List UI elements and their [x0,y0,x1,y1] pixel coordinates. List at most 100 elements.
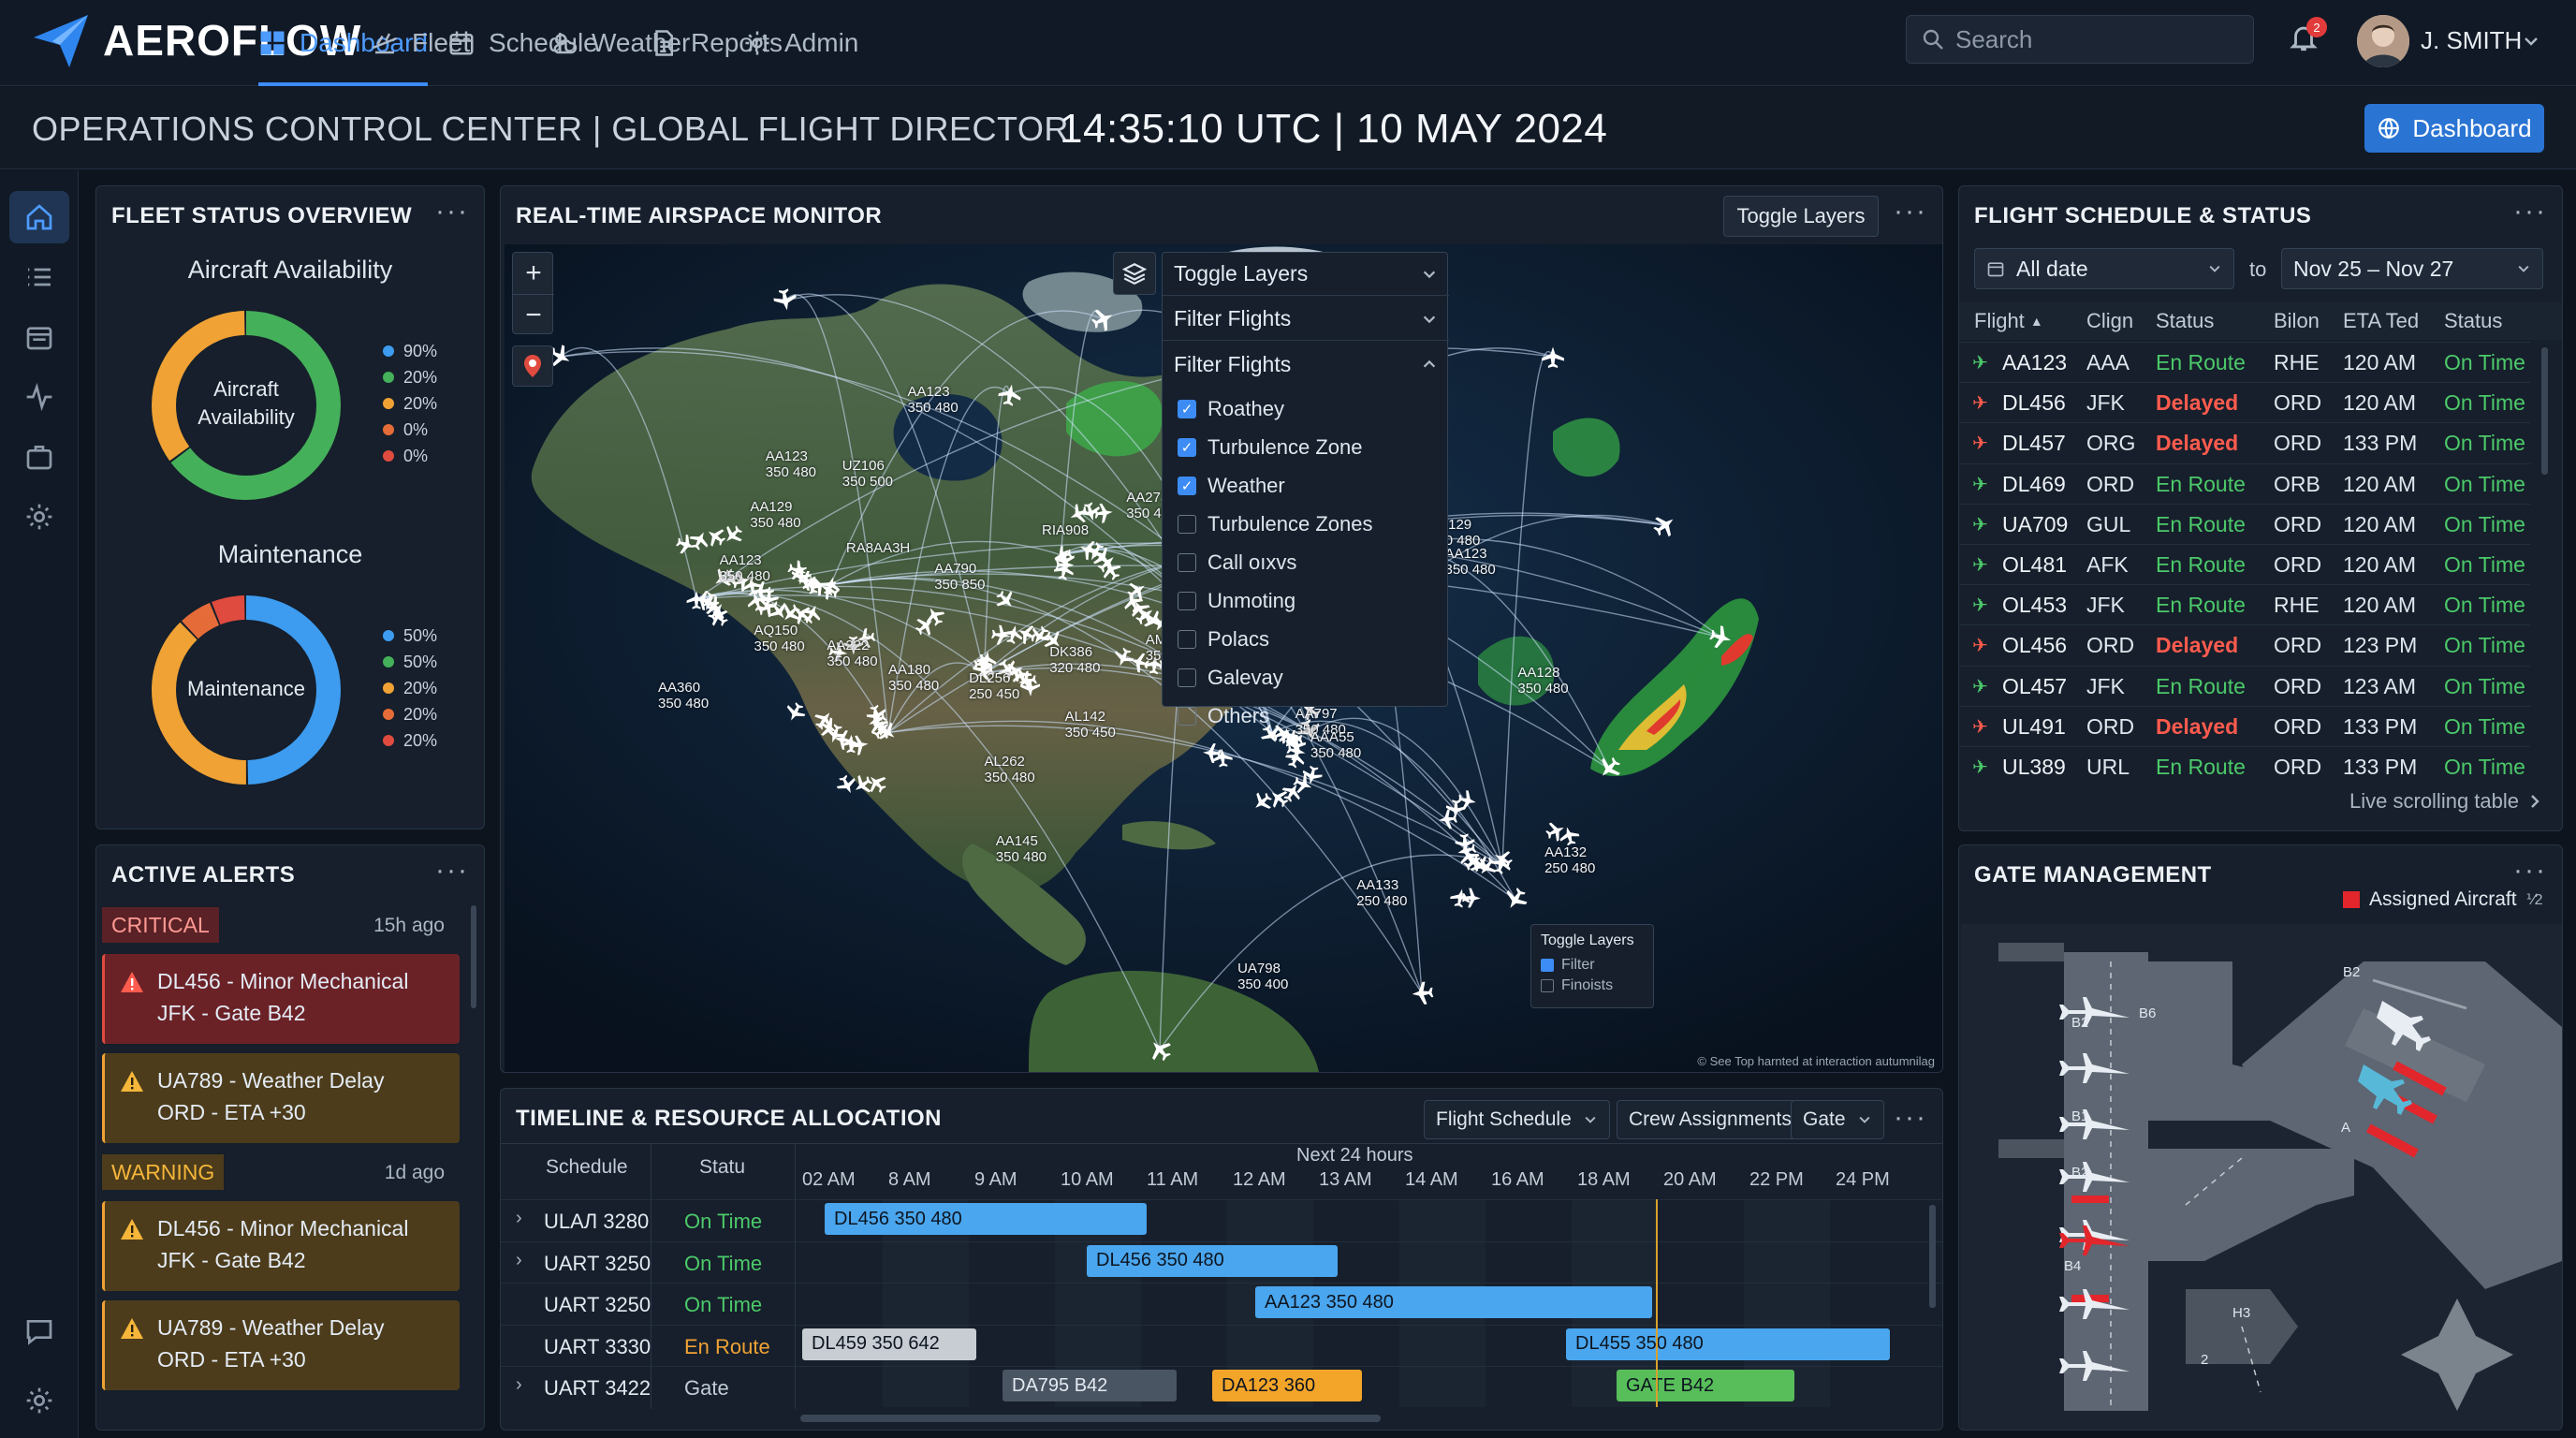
allocation-bar[interactable]: DA123 360 [1212,1370,1362,1402]
gate-select[interactable]: Gate [1791,1100,1884,1139]
expand-chevron-icon[interactable]: › [516,1374,522,1396]
flight-label[interactable]: AA145 350 480 [996,833,1046,865]
search-box[interactable] [1906,15,2254,64]
col-status[interactable]: Status [2156,302,2214,340]
sidebar-gear[interactable] [21,1382,58,1419]
filter-option[interactable]: ✓ Roathey [1178,389,1440,428]
nav-admin[interactable]: Admin [743,0,858,86]
allocation-bar[interactable]: DL455 350 480 [1566,1328,1890,1360]
checkbox-checked[interactable]: ✓ [1178,437,1196,457]
checkbox-checked[interactable] [1541,959,1554,972]
table-row[interactable]: ✈ DL457 ORG Delayed ORD 133 PM On Time [1959,422,2530,462]
flight-label[interactable]: AA123 350 480 [720,552,770,584]
alert-card[interactable]: UA789 - Weather Delay ORD - ETA +30 [102,1300,460,1390]
alert-card[interactable]: DL456 - Minor Mechanical JFK - Gate B42 [102,1201,460,1291]
flight-label[interactable]: AA132 250 480 [1544,844,1595,876]
dashboard-button[interactable]: Dashboard [2364,104,2544,153]
allocation-bar[interactable]: AA123 350 480 [1255,1286,1652,1319]
allocation-bar[interactable]: DL456 350 480 [825,1203,1147,1235]
table-row[interactable]: ✈ OL453 JFK En Route RHE 120 AM On Time [1959,584,2530,624]
timeline-vertical-scrollbar[interactable] [1929,1205,1936,1308]
more-options-icon[interactable]: ··· [435,198,469,226]
flight-label[interactable]: AA123 350 480 [1445,546,1496,578]
locate-button[interactable] [512,345,553,387]
zoom-out-icon[interactable]: − [513,294,554,335]
table-row[interactable]: ✈ OL456 ORD Delayed ORD 123 PM On Time [1959,624,2530,665]
allocation-bar[interactable]: GATE B42 [1617,1370,1794,1402]
flight-schedule-select[interactable]: Flight Schedule [1424,1100,1610,1139]
gate-map[interactable]: B2 B6 B1 B2 B4 B2 A H3 2 [1961,924,2562,1430]
more-options-icon[interactable]: ··· [2513,857,2547,885]
checkbox-checked[interactable]: ✓ [1178,399,1196,418]
sidebar-activity[interactable] [21,378,58,416]
allocation-bar[interactable]: DL459 350 642 [802,1328,976,1360]
flight-label[interactable]: RIA908 [1042,522,1089,538]
date-range-select[interactable]: Nov 25 – Nov 27 [2281,248,2543,289]
alert-card[interactable]: DL456 - Minor Mechanical JFK - Gate B42 [102,954,460,1044]
timeline-row[interactable]: › ULAЛ 3280 On Time [501,1199,1942,1240]
date-filter-select[interactable]: All date [1974,248,2234,289]
user-avatar[interactable] [2357,15,2409,67]
sidebar-briefcase[interactable] [21,438,58,476]
table-row[interactable]: ✈ UL389 URL En Route ORD 133 PM On Time [1959,746,2530,786]
live-scrolling-link[interactable]: Live scrolling table [2349,789,2541,814]
expand-chevron-icon[interactable]: › [516,1250,522,1271]
flight-label[interactable]: AA360 350 480 [658,680,709,712]
expand-chevron-icon[interactable]: › [516,1208,522,1229]
filter-option[interactable]: Galevay [1178,658,1440,697]
search-input[interactable] [1955,24,2236,54]
flight-label[interactable]: AA123 350 480 [908,384,959,416]
alert-card[interactable]: UA789 - Weather Delay ORD - ETA +30 [102,1053,460,1143]
allocation-bar[interactable]: DA795 B42 [1003,1370,1177,1402]
checkbox-unchecked[interactable] [1541,979,1554,992]
sidebar-list[interactable] [21,258,58,296]
chevron-down-icon[interactable] [2522,32,2540,51]
toggle-layers-dropdown[interactable]: Toggle Layers [1163,253,1449,296]
flight-label[interactable]: AA133 250 480 [1356,877,1407,909]
checkbox-unchecked[interactable] [1178,668,1196,687]
checkbox-unchecked[interactable] [1178,706,1196,726]
zoom-in-icon[interactable]: + [513,253,554,294]
filter-option[interactable]: ✓ Weather [1178,466,1440,505]
flight-label[interactable]: AA129 350 480 [750,499,800,531]
checkbox-unchecked[interactable] [1178,552,1196,572]
filter-flights-dropdown[interactable]: Filter Flights [1163,298,1449,341]
filter-option[interactable]: Call oıxvs [1178,543,1440,581]
table-row[interactable]: ✈ UL491 ORD Delayed ORD 133 PM On Time [1959,705,2530,746]
checkbox-unchecked[interactable] [1178,591,1196,610]
sidebar-chat[interactable] [21,1313,58,1350]
flight-label[interactable]: AL262 350 480 [985,754,1035,785]
crew-assignments-select[interactable]: Crew Assignments [1617,1100,1804,1139]
layers-button[interactable] [1113,252,1156,295]
table-row[interactable]: ✈ UA709 GUL En Route ORD 120 AM On Time [1959,503,2530,544]
checkbox-unchecked[interactable] [1178,629,1196,649]
checkbox-checked[interactable]: ✓ [1178,476,1196,495]
flight-label[interactable]: DK386 320 480 [1049,644,1100,676]
more-options-icon[interactable]: ··· [2513,198,2547,226]
sidebar-settings[interactable] [21,498,58,536]
more-options-icon[interactable]: ··· [1894,1104,1927,1132]
flight-label[interactable]: AA128 350 480 [1517,665,1568,697]
table-row[interactable]: ✈ DL456 JFK Delayed ORD 120 AM On Time [1959,382,2530,422]
toggle-layers-button[interactable]: Toggle Layers [1723,196,1879,237]
flight-label[interactable]: AA222 350 480 [827,638,877,669]
col-flight[interactable]: Flight ▲ [1974,302,2043,340]
timeline-row[interactable]: UART 3250 On Time [501,1283,1942,1324]
table-row[interactable]: ✈ DL469 ORD En Route ORB 120 AM On Time [1959,462,2530,504]
alerts-scrollbar[interactable] [471,905,476,1008]
flight-label[interactable]: DL256 250 450 [969,670,1019,702]
filter-option[interactable]: Others [1178,697,1440,735]
airspace-map[interactable]: AA123 350 480 AA123 350 480 UZ106 350 500 AA12… [505,244,1942,1072]
flight-label[interactable]: UZ106 350 500 [842,458,893,490]
allocation-bar[interactable]: DL456 350 480 [1087,1244,1338,1277]
table-row[interactable]: ✈ AA123 AAA En Route RHE 120 AM On Time [1959,342,2530,382]
filter-option[interactable]: Unmoting [1178,581,1440,620]
flight-label[interactable]: AA180 350 480 [888,662,939,694]
flight-label[interactable]: UA798 350 400 [1237,961,1288,992]
sidebar-home[interactable] [9,191,69,243]
flight-label[interactable]: AA790 350 850 [934,561,985,593]
more-options-icon[interactable]: ··· [1894,198,1927,226]
flight-label[interactable]: AA123 350 480 [766,448,816,480]
filter-option[interactable]: Polacs [1178,620,1440,658]
filter-option[interactable]: ✓ Turbulence Zone [1178,428,1440,466]
